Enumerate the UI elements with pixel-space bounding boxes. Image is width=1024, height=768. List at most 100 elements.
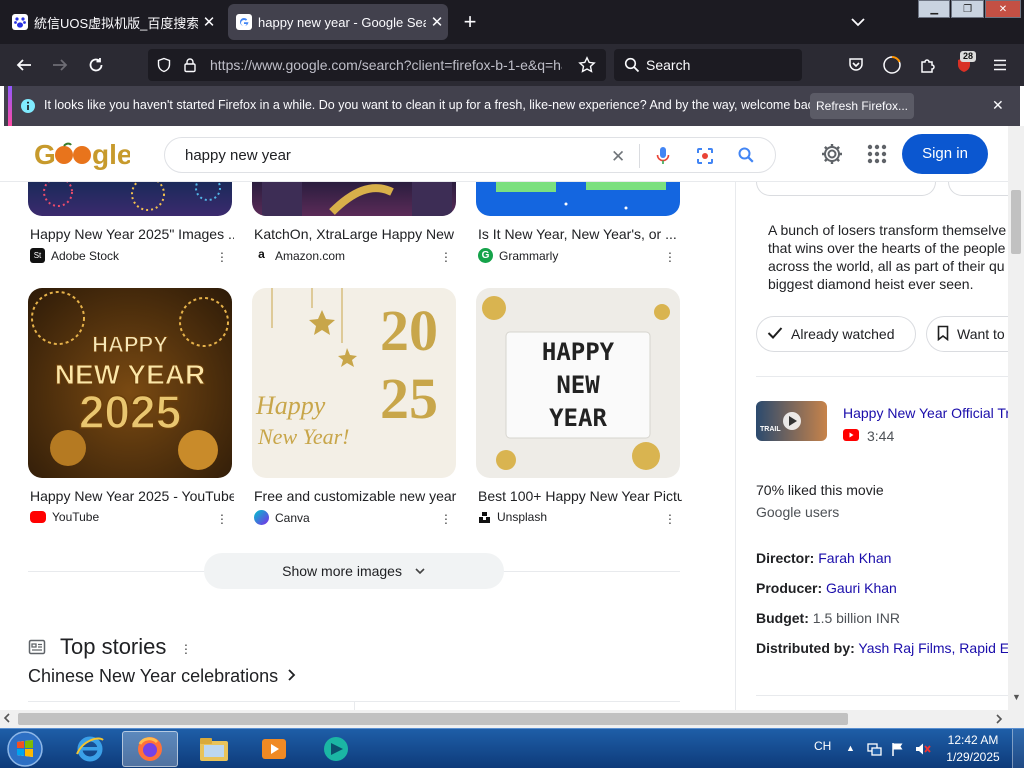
image-thumbnail-new-year-2025[interactable]: HAPPY NEW YEAR 2025 [28,288,232,478]
close-notification-icon[interactable]: ✕ [992,97,1004,114]
close-tab-icon[interactable]: ✕ [198,13,220,31]
media-player-icon[interactable] [246,731,302,767]
window-controls: ▁ ❐ ✕ [918,0,1022,18]
image-thumbnail-katchon[interactable] [252,182,456,216]
trailer-thumbnail[interactable]: TRAIL [756,401,827,441]
more-options-kebab-icon[interactable]: · · · [667,507,673,529]
image-result-source[interactable]: Canva [254,510,310,525]
reload-icon[interactable] [84,53,108,77]
already-watched-button[interactable]: Already watched [756,316,916,352]
window-close-icon[interactable]: ✕ [984,0,1022,18]
youtube-icon [843,428,859,444]
tab-baidu-search[interactable]: 統信UOS虚拟机版_百度搜索 ✕ [4,4,220,40]
scroll-down-arrow-icon[interactable]: ▼ [1012,692,1021,702]
more-options-kebab-icon[interactable]: · · · [443,245,449,267]
google-apps-grid-icon[interactable] [866,143,888,170]
more-options-kebab-icon[interactable]: · · · [667,245,673,267]
firefox-account-icon[interactable] [880,53,904,77]
image-result-title[interactable]: KatchOn, XtraLarge Happy New ... [254,226,458,242]
voice-search-mic-icon[interactable] [655,146,671,171]
restore-icon[interactable]: ❐ [951,0,984,18]
firefox-taskbar-button[interactable] [122,731,178,767]
fact-value-link[interactable]: Yash Raj Films, Rapid E [858,640,1008,656]
more-options-kebab-icon[interactable]: · · · [183,637,189,659]
show-hidden-icons-chevron-icon[interactable]: ▲ [846,743,855,753]
image-result-source[interactable]: a Amazon.com [254,248,345,263]
image-result-source[interactable]: Unsplash [478,510,547,524]
minimize-icon[interactable]: ▁ [918,0,951,18]
network-icon[interactable] [866,741,882,762]
list-all-tabs-chevron-icon[interactable] [848,12,868,32]
image-result-source[interactable]: YouTube [30,510,99,524]
image-thumbnail-grammarly[interactable] [476,182,680,216]
volume-muted-icon[interactable] [914,741,932,762]
more-options-kebab-icon[interactable]: · · · [219,245,225,267]
fact-value-link[interactable]: Farah Khan [818,550,891,566]
top-stories-topic-link[interactable]: Chinese New Year celebrations [28,666,298,687]
google-doodle-logo[interactable]: G gle [34,136,132,177]
address-bar[interactable]: https://www.google.com/search?client=fir… [148,49,606,81]
refresh-firefox-button[interactable]: Refresh Firefox... [810,93,914,119]
input-language-indicator[interactable]: CH [814,739,831,753]
app-icon[interactable] [308,731,364,767]
image-result-title[interactable]: Free and customizable new year ... [254,488,458,504]
forward-arrow-icon[interactable] [48,53,72,77]
more-options-kebab-icon[interactable]: · · · [219,507,225,529]
back-arrow-icon[interactable] [12,53,36,77]
vertical-scrollbar[interactable]: ▼ [1008,126,1024,710]
notification-text: It looks like you haven't started Firefo… [44,98,824,112]
scroll-thumb[interactable] [18,713,848,725]
scroll-left-arrow-icon[interactable] [2,712,12,727]
bookmark-star-icon[interactable] [578,56,596,79]
art-text-happy: Happy [255,391,326,420]
chevron-down-icon [414,554,426,590]
partial-chip[interactable] [756,182,936,196]
svg-text:G: G [34,139,56,170]
sign-in-button[interactable]: Sign in [902,134,988,174]
close-tab-icon[interactable]: ✕ [426,13,448,31]
internet-explorer-icon[interactable] [62,731,118,767]
start-button-windows-icon[interactable] [6,730,44,768]
fact-label: Distributed by: [756,640,855,656]
settings-gear-icon[interactable] [820,142,844,171]
file-explorer-icon[interactable] [186,731,242,767]
clock-date[interactable]: 1/29/2025 [938,750,1008,764]
tracking-shield-icon[interactable] [156,57,172,78]
show-more-images-button[interactable]: Show more images [204,553,504,589]
action-center-flag-icon[interactable] [890,741,906,762]
notification-accent-bar [8,86,12,126]
clock-time[interactable]: 12:42 AM [938,733,1008,747]
image-result-title[interactable]: Is It New Year, New Year's, or ... [478,226,682,242]
navigation-toolbar: https://www.google.com/search?client=fir… [0,44,1024,86]
image-thumbnail-unsplash[interactable]: HAPPY NEW YEAR [476,288,680,478]
new-tab-plus-icon[interactable]: + [458,10,482,34]
google-lens-icon[interactable] [695,146,715,171]
pocket-icon[interactable] [844,53,868,77]
image-result-title[interactable]: Happy New Year 2025 - YouTube [30,488,234,504]
horizontal-scrollbar[interactable] [0,710,1024,728]
image-thumbnail-canva[interactable]: Happy New Year! 20 25 [252,288,456,478]
image-result-title[interactable]: Best 100+ Happy New Year Pictures ... [478,488,682,504]
clear-search-icon[interactable]: ✕ [611,147,625,167]
show-desktop-button[interactable] [1012,729,1024,768]
fact-value-link[interactable]: Gauri Khan [826,580,897,596]
art-text-new-year: New Year! [257,424,349,449]
search-icon[interactable] [737,146,755,169]
trailer-title-link[interactable]: Happy New Year Official Tr [843,405,1008,421]
scroll-thumb[interactable] [1011,190,1021,254]
image-thumbnail-fireworks[interactable] [28,182,232,216]
partial-chip[interactable] [948,182,1008,196]
web-search-box[interactable]: Search [614,49,802,81]
google-search-input[interactable]: happy new year ✕ [164,137,776,173]
image-result-source[interactable]: St Adobe Stock [30,248,119,263]
lock-icon[interactable] [182,57,198,78]
hamburger-menu-icon[interactable] [988,53,1012,77]
tab-google-search[interactable]: happy new year - Google Search ✕ [228,4,448,40]
source-name: YouTube [52,510,100,524]
want-to-watch-button[interactable]: Want to [926,316,1008,352]
art-text-happy: HAPPY [92,332,168,357]
extensions-puzzle-icon[interactable] [916,53,940,77]
more-options-kebab-icon[interactable]: · · · [443,507,449,529]
image-result-source[interactable]: G Grammarly [478,248,558,263]
image-result-title[interactable]: Happy New Year 2025" Images ... [30,226,234,242]
